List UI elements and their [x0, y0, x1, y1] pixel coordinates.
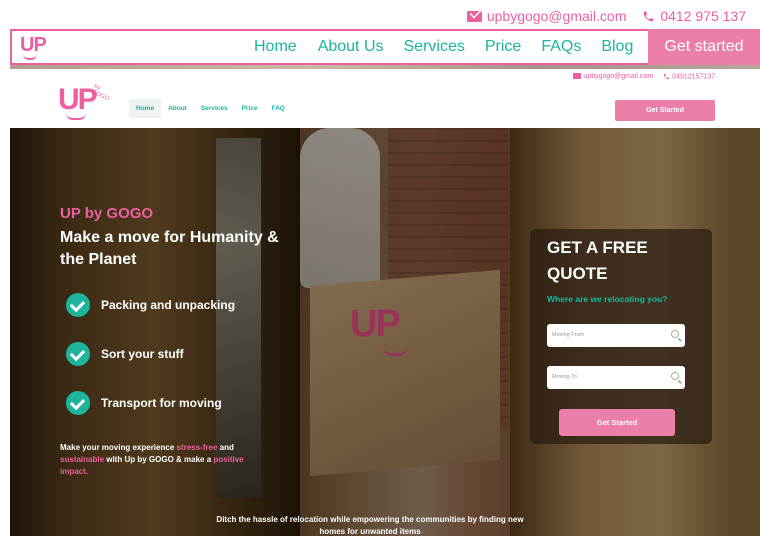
feature-label: Transport for moving: [101, 396, 222, 410]
inner-phone-text[interactable]: 04912157137: [672, 73, 715, 80]
contact-phone[interactable]: 0412 975 137: [642, 8, 746, 24]
logo-smile-icon: [66, 113, 86, 120]
logo[interactable]: UP: [20, 34, 47, 60]
main-navbar: UP Home About Us Services Price FAQs Blo…: [10, 29, 760, 65]
hero-footer-text: Ditch the hassle of relocation while emp…: [216, 515, 524, 536]
contact-email-text[interactable]: upbygogo@gmail.com: [487, 8, 627, 24]
inner-contact-email[interactable]: upbygogo@gmail.com: [573, 73, 653, 80]
inner-get-started-button[interactable]: Get Started: [615, 100, 715, 121]
desc-highlight: stress-free: [176, 443, 218, 452]
moving-from-placeholder: Moving From: [552, 332, 585, 338]
inner-nav-about[interactable]: About: [161, 99, 194, 118]
get-started-button[interactable]: Get started: [648, 29, 760, 65]
contact-email[interactable]: upbygogo@gmail.com: [466, 8, 627, 24]
inner-logo[interactable]: UP by GOGO: [58, 84, 110, 120]
feature-item: Sort your stuff: [66, 342, 184, 366]
logo-smile-icon: [23, 54, 37, 60]
moving-to-input[interactable]: Moving To: [547, 366, 685, 389]
nav-services[interactable]: Services: [404, 38, 465, 56]
phone-icon: [664, 73, 670, 80]
logo-text[interactable]: UP: [20, 34, 47, 56]
page-root: upbygogo@gmail.com 0412 975 137 UP Home …: [0, 0, 760, 536]
moving-from-input[interactable]: Moving From: [547, 324, 685, 347]
hero-brand: UP by GOGO: [60, 205, 154, 222]
nav-price[interactable]: Price: [485, 38, 521, 56]
hero-description: Make your moving experience stress-free …: [60, 442, 270, 478]
contact-phone-text[interactable]: 0412 975 137: [660, 8, 746, 24]
inner-email-text[interactable]: upbygogo@gmail.com: [583, 73, 653, 80]
nav-home[interactable]: Home: [254, 38, 297, 56]
desc-text: and: [217, 443, 234, 452]
inner-contact-phone[interactable]: 04912157137: [663, 73, 715, 80]
check-circle-icon: [66, 391, 90, 415]
moving-to-placeholder: Moving To: [552, 374, 577, 380]
feature-item: Transport for moving: [66, 391, 222, 415]
search-icon[interactable]: [671, 372, 679, 380]
hero-section: UP UP by GOGO Make a move for Humanity &…: [10, 128, 760, 536]
nav-about-us[interactable]: About Us: [318, 38, 384, 56]
hero-title: Make a move for Humanity & the Planet: [60, 229, 279, 268]
inner-nav-home[interactable]: Home: [129, 99, 162, 118]
nav-links: Home About Us Services Price FAQs Blog: [254, 38, 653, 56]
inner-nav-faq[interactable]: FAQ: [265, 99, 292, 118]
inner-nav-price[interactable]: Price: [235, 99, 265, 118]
desc-highlight: sustainable: [60, 455, 105, 464]
inner-logo-text[interactable]: UP: [58, 85, 98, 115]
search-icon[interactable]: [671, 330, 679, 338]
top-contact-bar: upbygogo@gmail.com 0412 975 137: [466, 6, 746, 26]
nav-faqs[interactable]: FAQs: [541, 38, 581, 56]
quote-title: GET A FREE QUOTE: [547, 238, 648, 283]
feature-label: Sort your stuff: [101, 347, 184, 361]
desc-text: with Up by GOGO & make a: [104, 455, 214, 464]
quote-subtitle: Where are we relocating you?: [547, 294, 668, 304]
mail-icon: [573, 73, 582, 80]
inner-nav: Home About Services Price FAQ: [129, 99, 292, 118]
desc-text: Make your moving experience: [60, 443, 177, 452]
feature-label: Packing and unpacking: [101, 298, 236, 312]
inner-nav-services[interactable]: Services: [194, 99, 235, 118]
quote-get-started-button[interactable]: Get Started: [559, 409, 675, 436]
nav-blog[interactable]: Blog: [601, 38, 633, 56]
quote-panel: GET A FREE QUOTE Where are we relocating…: [530, 229, 712, 444]
inner-contact-bar: upbygogo@gmail.com 04912157137: [573, 73, 715, 80]
mail-icon: [466, 10, 482, 22]
check-circle-icon: [66, 293, 90, 317]
inner-header: upbygogo@gmail.com 04912157137 UP by GOG…: [10, 65, 760, 128]
feature-item: Packing and unpacking: [66, 293, 235, 317]
site-preview: upbygogo@gmail.com 04912157137 UP by GOG…: [10, 65, 760, 536]
phone-icon: [643, 11, 654, 21]
check-circle-icon: [66, 342, 90, 366]
